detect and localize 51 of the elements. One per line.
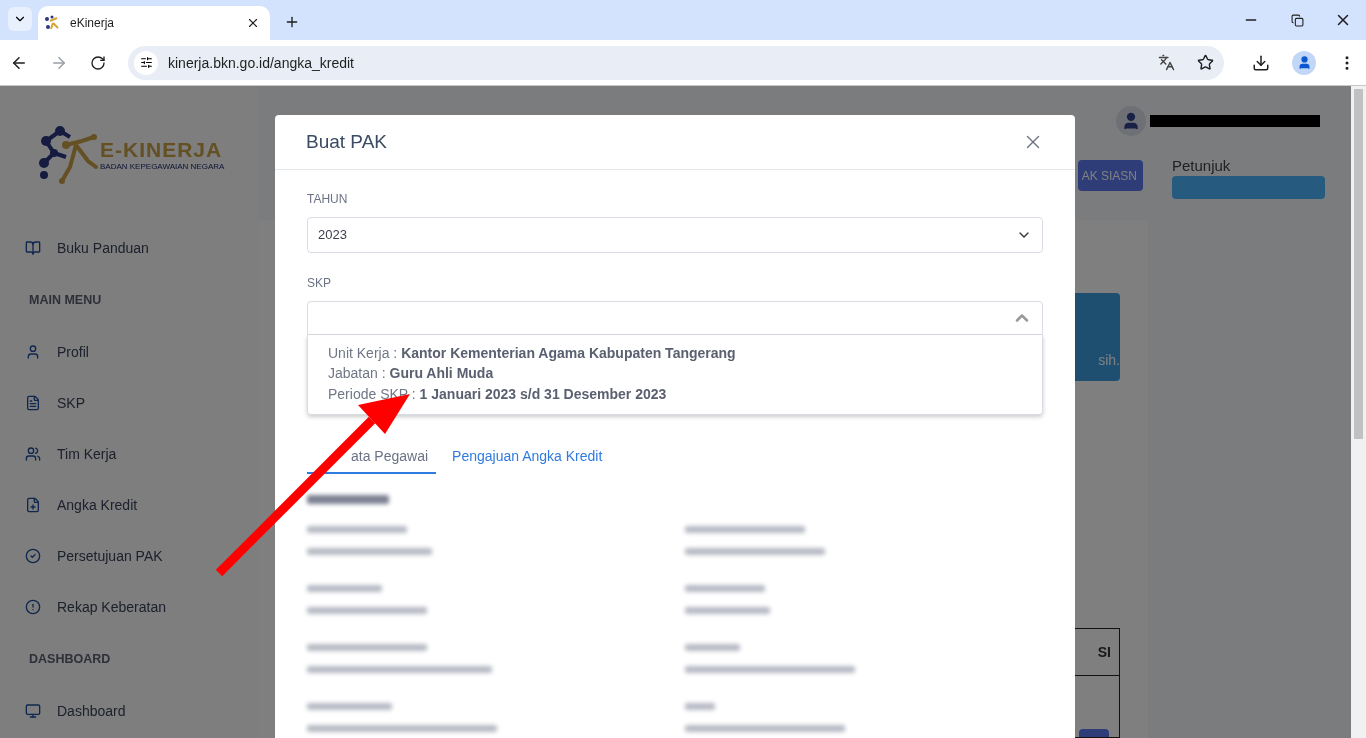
alert-text: sih.: [1098, 352, 1120, 368]
close-tab-icon[interactable]: [246, 16, 260, 30]
menu-item-icon: [25, 239, 41, 256]
sidebar-item[interactable]: Profil: [0, 326, 258, 377]
sidebar-item[interactable]: Tim Kerja: [0, 428, 258, 479]
sidebar-item[interactable]: Buku Panduan: [0, 222, 258, 273]
menu-heading: MAIN MENU: [28, 291, 103, 309]
sync-button[interactable]: AK SIASN: [1077, 160, 1143, 191]
download-icon[interactable]: [1252, 53, 1270, 72]
bookmark-star-icon[interactable]: [1197, 54, 1214, 71]
logo-title: E-KINERJA: [100, 137, 224, 162]
tab-title: eKinerja: [70, 16, 116, 30]
menu-item-icon: [25, 445, 41, 462]
menu-heading: DASHBOARD: [28, 650, 112, 668]
tab[interactable]: Pengajuan Angka Kredit: [436, 439, 619, 474]
reload-icon[interactable]: [90, 54, 106, 71]
menu-item-icon: [25, 343, 41, 360]
menu-item-icon: [25, 547, 41, 564]
logo-subtitle: BADAN KEPEGAWAIAN NEGARA: [100, 161, 225, 171]
field-label: TAHUN: [307, 191, 349, 206]
menu-item-icon: [25, 598, 41, 615]
new-tab-icon[interactable]: [284, 14, 300, 30]
field-label: SKP: [307, 275, 332, 290]
scrollbar[interactable]: [1351, 86, 1366, 738]
sidebar-item[interactable]: Persetujuan PAK: [0, 530, 258, 581]
sidebar-item[interactable]: Rekap Keberatan: [0, 581, 258, 632]
select-field[interactable]: [307, 300, 1043, 335]
sidebar-item[interactable]: Dashboard: [0, 685, 258, 736]
user-avatar[interactable]: [1116, 106, 1146, 136]
translate-icon[interactable]: [1158, 54, 1175, 71]
blurred-text: [685, 703, 715, 710]
menu-item-icon: [25, 496, 41, 513]
tab[interactable]: ata Pegawai: [307, 439, 437, 474]
site-settings-icon[interactable]: [134, 50, 158, 75]
profile-icon[interactable]: [1292, 50, 1316, 75]
menu-item-icon: [25, 702, 41, 719]
address-bar[interactable]: kinerja.bkn.go.id/angka_kredit: [128, 45, 1224, 80]
select-field[interactable]: 2023: [307, 216, 1043, 253]
sidebar-item[interactable]: SKP: [0, 377, 258, 428]
modal-title: Buat PAK: [306, 130, 387, 153]
option-line[interactable]: Unit Kerja : Kantor Kementerian Agama Kabupaten Tangerang: [328, 342, 1022, 363]
sidebar-item[interactable]: Angka Kredit: [0, 479, 258, 530]
menu-item-icon: [25, 394, 41, 411]
option-line[interactable]: Jabatan : Guru Ahli Muda: [328, 363, 1022, 384]
tab-search-button[interactable]: [8, 7, 32, 31]
browser-tab[interactable]: eKinerja: [38, 6, 270, 40]
url-text: kinerja.bkn.go.id/angka_kredit: [168, 54, 355, 71]
logo-icon: [36, 123, 98, 185]
favicon-icon: [44, 15, 60, 31]
blurred-text: [685, 644, 740, 651]
guide-label: Petunjuk: [1172, 157, 1232, 174]
